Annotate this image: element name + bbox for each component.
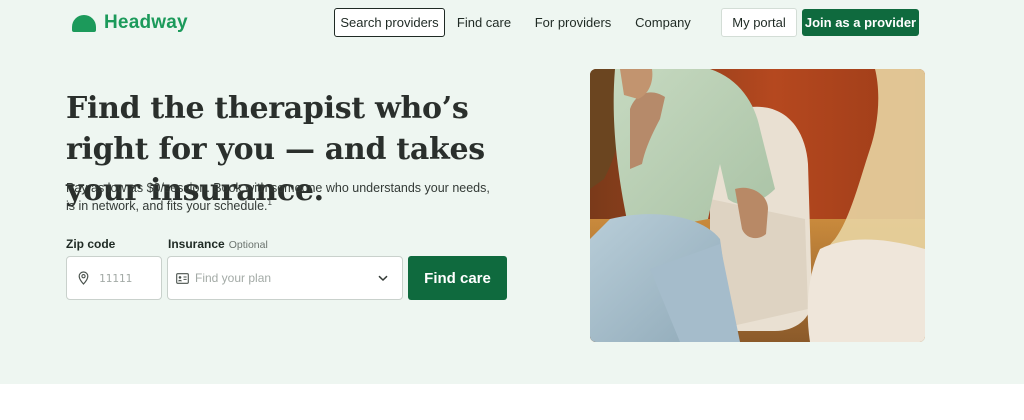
nav-for-providers[interactable]: For providers (530, 8, 616, 37)
nav-find-care[interactable]: Find care (452, 8, 516, 37)
chevron-down-icon[interactable] (376, 271, 390, 285)
insurance-label: Insurance (168, 237, 225, 251)
insurance-label-group: Insurance Optional (168, 237, 268, 251)
zip-code-label: Zip code (66, 237, 116, 251)
headway-logo[interactable]: Headway (72, 10, 188, 36)
insurance-optional-tag: Optional (228, 239, 268, 251)
hero-subtext-body: Pay as low as $0/session. Book with some… (66, 181, 490, 213)
hero-subtext: Pay as low as $0/session. Book with some… (66, 179, 496, 215)
hero-photo (590, 69, 925, 342)
therapy-session-image (590, 69, 925, 342)
id-card-icon (176, 272, 189, 284)
page-below-fold (0, 384, 1024, 420)
find-care-button[interactable]: Find care (408, 256, 507, 300)
headway-logo-icon (72, 14, 96, 32)
zip-code-input[interactable] (99, 271, 159, 285)
zip-code-field[interactable] (66, 256, 162, 300)
my-portal-button[interactable]: My portal (721, 8, 797, 37)
search-providers-button[interactable]: Search providers (334, 8, 445, 37)
location-pin-icon (78, 271, 89, 285)
insurance-select[interactable] (167, 256, 403, 300)
footnote-marker[interactable]: 1 (268, 198, 272, 207)
insurance-plan-input[interactable] (195, 271, 355, 285)
nav-company[interactable]: Company (630, 8, 696, 37)
join-as-provider-button[interactable]: Join as a provider (802, 9, 919, 36)
brand-name: Headway (104, 12, 188, 33)
